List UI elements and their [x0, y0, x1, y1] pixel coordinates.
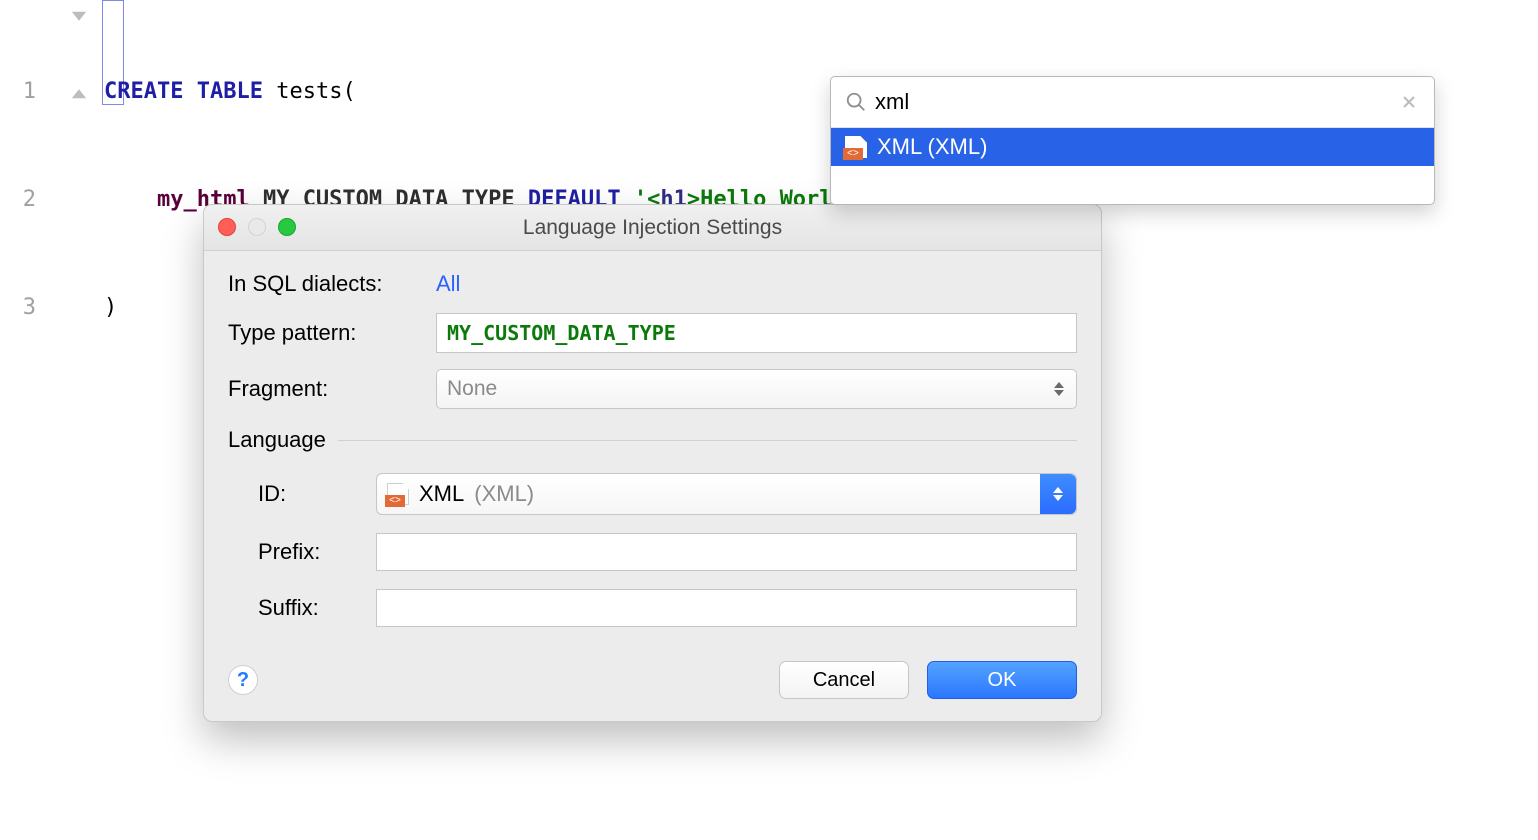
- xml-file-icon: [387, 483, 409, 505]
- dialog-titlebar[interactable]: Language Injection Settings: [204, 205, 1101, 251]
- dialog-footer: ? Cancel OK: [204, 649, 1101, 721]
- suffix-input[interactable]: [376, 589, 1077, 627]
- search-empty-row: [831, 166, 1434, 204]
- help-button[interactable]: ?: [228, 665, 258, 695]
- language-search-popup: XML (XML): [830, 76, 1435, 205]
- type-pattern-input[interactable]: MY_CUSTOM_DATA_TYPE: [436, 313, 1077, 353]
- search-row: [831, 77, 1434, 128]
- chevron-down-icon: [1053, 495, 1063, 501]
- close-icon: [1402, 95, 1416, 109]
- search-input[interactable]: [867, 85, 1398, 119]
- line-number: 2: [0, 182, 60, 218]
- combo-stepper-icon: [1048, 375, 1070, 403]
- type-pattern-value: MY_CUSTOM_DATA_TYPE: [447, 321, 676, 345]
- row-fragment: Fragment: None: [228, 369, 1077, 409]
- section-language-label: Language: [228, 427, 326, 453]
- label-suffix: Suffix:: [228, 595, 376, 621]
- fold-start-icon[interactable]: [70, 10, 88, 28]
- line-number-gutter: 1 2 3: [0, 2, 60, 398]
- language-id-combo[interactable]: XML (XML): [376, 473, 1077, 515]
- label-fragment: Fragment:: [228, 376, 436, 402]
- line-number: 3: [0, 290, 60, 326]
- line-number: 1: [0, 74, 60, 110]
- label-sql-dialects: In SQL dialects:: [228, 271, 436, 297]
- prefix-input[interactable]: [376, 533, 1077, 571]
- ok-button[interactable]: OK: [927, 661, 1077, 699]
- divider: [338, 440, 1077, 441]
- sql-dialects-link[interactable]: All: [436, 271, 460, 297]
- cancel-button[interactable]: Cancel: [779, 661, 909, 699]
- row-id: ID: XML (XML): [228, 473, 1077, 515]
- keyword: TABLE: [197, 79, 263, 104]
- language-id-value: XML: [419, 481, 464, 507]
- label-type-pattern: Type pattern:: [228, 320, 436, 346]
- xml-file-icon: [845, 136, 867, 158]
- combo-dropdown-button[interactable]: [1040, 474, 1076, 514]
- row-suffix: Suffix:: [228, 589, 1077, 627]
- window-minimize-button[interactable]: [248, 218, 266, 236]
- chevron-up-icon: [1053, 487, 1063, 493]
- fold-end-icon[interactable]: [70, 82, 88, 100]
- row-prefix: Prefix:: [228, 533, 1077, 571]
- label-prefix: Prefix:: [228, 539, 376, 565]
- dialog-title: Language Injection Settings: [523, 216, 782, 240]
- fragment-value: None: [447, 377, 497, 401]
- identifier: tests(: [276, 79, 355, 104]
- language-injection-dialog: Language Injection Settings In SQL diale…: [203, 204, 1102, 722]
- section-language: Language: [228, 427, 1077, 453]
- row-sql-dialects: In SQL dialects: All: [228, 271, 1077, 297]
- window-controls: [218, 218, 296, 236]
- row-type-pattern: Type pattern: MY_CUSTOM_DATA_TYPE: [228, 313, 1077, 353]
- window-close-button[interactable]: [218, 218, 236, 236]
- search-result-item[interactable]: XML (XML): [831, 128, 1434, 166]
- fold-column: [60, 0, 100, 144]
- label-id: ID:: [228, 481, 376, 507]
- fragment-combo[interactable]: None: [436, 369, 1077, 409]
- language-id-hint: (XML): [474, 481, 534, 507]
- search-result-label: XML (XML): [877, 134, 987, 160]
- clear-search-button[interactable]: [1398, 91, 1420, 113]
- search-icon: [845, 91, 867, 113]
- dialog-body: In SQL dialects: All Type pattern: MY_CU…: [204, 251, 1101, 649]
- code-line[interactable]: CREATE TABLE tests(: [104, 74, 939, 110]
- keyword: CREATE: [104, 79, 183, 104]
- paren-close: ): [104, 295, 117, 320]
- window-zoom-button[interactable]: [278, 218, 296, 236]
